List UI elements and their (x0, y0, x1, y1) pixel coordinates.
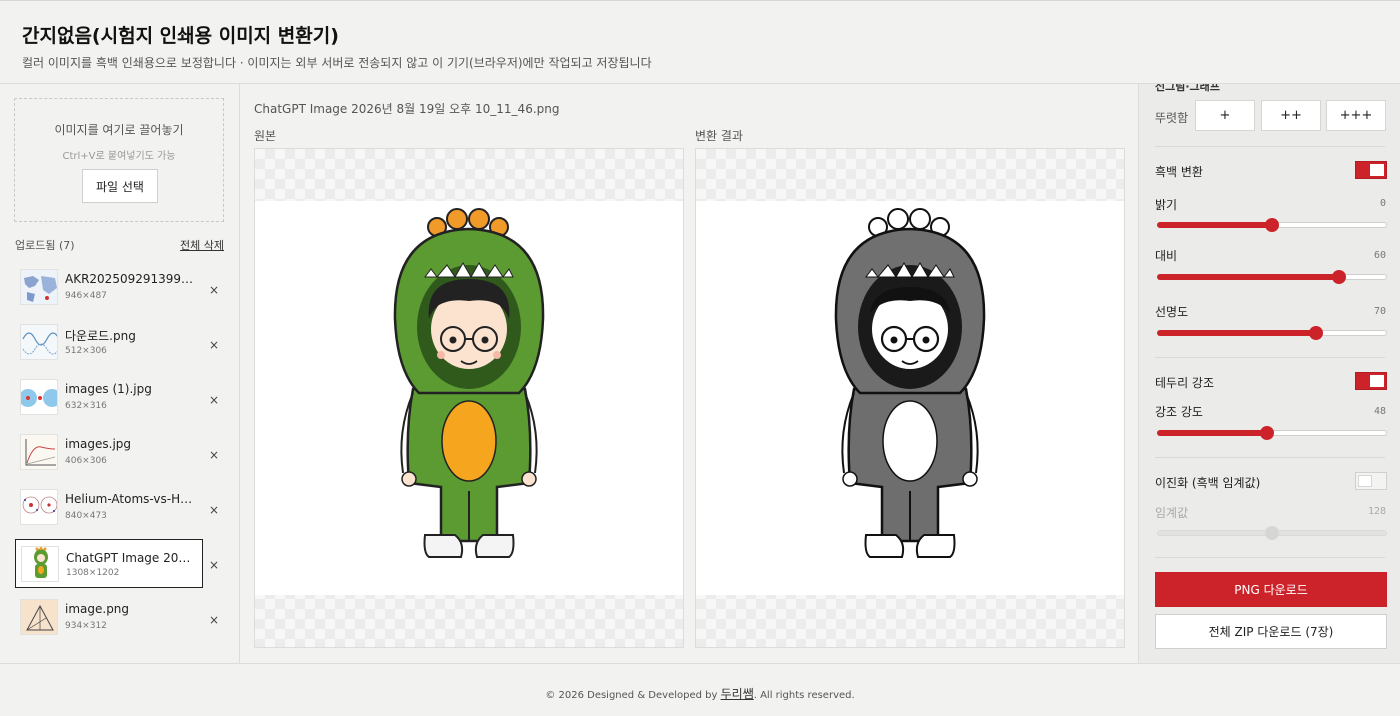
file-thumbnail (20, 599, 58, 635)
remove-file-icon[interactable]: × (207, 613, 221, 627)
author-link[interactable]: 두리쌤 (721, 687, 754, 701)
footer: © 2026 Designed & Developed by 두리쌤. All … (0, 663, 1400, 716)
brightness-slider[interactable] (1157, 218, 1387, 232)
original-label: 원본 (254, 129, 277, 143)
page-subtitle: 컬러 이미지를 흑백 인쇄용으로 보정합니다 · 이미지는 외부 서버로 전송되… (22, 56, 652, 70)
sharpness-label: 뚜렷함 (1155, 111, 1189, 125)
file-item[interactable]: AKR20250929139900089... 946×487 (15, 262, 203, 311)
binarize-label: 이진화 (흑백 임계값) (1155, 476, 1261, 490)
file-name: AKR20250929139900089... (65, 272, 195, 286)
current-filename: ChatGPT Image 2026년 8월 19일 오후 10_11_46.p… (254, 102, 560, 116)
file-item[interactable]: Helium-Atoms-vs-Hydro... 840×473 (15, 482, 203, 531)
download-png-button[interactable]: PNG 다운로드 (1155, 572, 1387, 607)
footer-text: © 2026 Designed & Developed by 두리쌤. All … (0, 685, 1400, 702)
preset-section-heading: 선그림·그래프 (1155, 84, 1220, 93)
divider (1155, 457, 1385, 458)
sharpen-value: 70 (1373, 306, 1386, 317)
file-name: ChatGPT Image 2026년 ... (66, 551, 196, 565)
threshold-label: 임계값 (1155, 506, 1189, 520)
divider (1155, 146, 1385, 147)
contrast-label: 대비 (1155, 249, 1178, 263)
uploads-count: (7) (58, 239, 75, 252)
preview-area: ChatGPT Image 2026년 8월 19일 오후 10_11_46.p… (240, 84, 1138, 663)
original-preview (254, 148, 684, 648)
file-name: Helium-Atoms-vs-Hydro... (65, 492, 195, 506)
upload-sidebar: 이미지를 여기로 끌어놓기 Ctrl+V로 붙여넣기도 가능 파일 선택 업로드… (0, 84, 240, 663)
sharpen-slider[interactable] (1157, 326, 1387, 340)
contrast-value: 60 (1373, 250, 1386, 261)
uploads-label: 업로드됨 (7) (15, 237, 75, 253)
file-name: image.png (65, 602, 130, 616)
remove-file-icon[interactable]: × (207, 558, 221, 572)
sharpness-option-2[interactable]: ++ (1261, 100, 1321, 131)
remove-file-icon[interactable]: × (207, 393, 221, 407)
edge-enhance-label: 테두리 강조 (1155, 376, 1215, 390)
remove-file-icon[interactable]: × (207, 503, 221, 517)
uploads-header: 업로드됨 (7) 전체 삭제 (15, 237, 224, 253)
file-dims: 1308×1202 (66, 568, 120, 578)
threshold-value: 128 (1367, 506, 1386, 517)
file-dims: 934×312 (65, 621, 107, 631)
footer-suffix: . All rights reserved. (753, 690, 855, 701)
clear-all-link[interactable]: 전체 삭제 (180, 237, 224, 253)
dino-character-color (393, 208, 545, 558)
file-thumbnail (20, 379, 58, 415)
edge-strength-value: 48 (1373, 406, 1386, 417)
divider (1155, 357, 1385, 358)
dino-character-grayscale (834, 208, 986, 558)
page-title: 간지없음(시험지 인쇄용 이미지 변환기) (22, 25, 339, 47)
binarize-toggle[interactable] (1355, 472, 1387, 490)
original-image (255, 201, 683, 595)
controls-panel: 선그림·그래프 뚜렷함 + ++ +++ 흑백 변환 밝기 0 대비 60 선명… (1138, 84, 1400, 663)
drop-zone-text: 이미지를 여기로 끌어놓기 (54, 123, 184, 137)
file-name: images (1).jpg (65, 382, 152, 396)
edge-strength-label: 강조 강도 (1155, 405, 1203, 419)
file-dims: 946×487 (65, 291, 107, 301)
grayscale-toggle[interactable] (1355, 161, 1387, 179)
file-dims: 406×306 (65, 456, 107, 466)
sharpness-option-3[interactable]: +++ (1326, 100, 1386, 131)
divider (1155, 557, 1385, 558)
file-select-button[interactable]: 파일 선택 (82, 169, 158, 203)
download-zip-button[interactable]: 전체 ZIP 다운로드 (7장) (1155, 614, 1387, 649)
remove-file-icon[interactable]: × (207, 283, 221, 297)
file-thumbnail (20, 489, 58, 525)
file-dims: 632×316 (65, 401, 107, 411)
brightness-label: 밝기 (1155, 198, 1178, 212)
file-thumbnail (20, 269, 58, 305)
file-dims: 840×473 (65, 511, 107, 521)
footer-prefix: © 2026 Designed & Developed by (545, 690, 718, 701)
file-thumbnail (21, 546, 59, 582)
edge-enhance-toggle[interactable] (1355, 372, 1387, 390)
sharpen-label: 선명도 (1155, 305, 1189, 319)
contrast-slider[interactable] (1157, 270, 1387, 284)
remove-file-icon[interactable]: × (207, 448, 221, 462)
grayscale-label: 흑백 변환 (1155, 165, 1203, 179)
uploads-label-text: 업로드됨 (15, 239, 56, 252)
result-image (696, 201, 1124, 595)
brightness-value: 0 (1379, 198, 1386, 209)
sharpness-option-1[interactable]: + (1195, 100, 1255, 131)
remove-file-icon[interactable]: × (207, 338, 221, 352)
file-item[interactable]: 다운로드.png 512×306 (15, 317, 203, 366)
result-label: 변환 결과 (695, 129, 743, 143)
file-name: images.jpg (65, 437, 132, 451)
file-item-selected[interactable]: ChatGPT Image 2026년 ... 1308×1202 (15, 539, 203, 588)
drop-zone[interactable]: 이미지를 여기로 끌어놓기 Ctrl+V로 붙여넣기도 가능 파일 선택 (14, 98, 224, 222)
threshold-slider[interactable] (1157, 526, 1387, 540)
file-name: 다운로드.png (65, 329, 136, 343)
result-preview (695, 148, 1125, 648)
file-thumbnail (20, 434, 58, 470)
file-dims: 512×306 (65, 346, 107, 356)
file-thumbnail (20, 324, 58, 360)
app-header: 간지없음(시험지 인쇄용 이미지 변환기) 컬러 이미지를 흑백 인쇄용으로 보… (0, 0, 1400, 84)
drop-zone-hint: Ctrl+V로 붙여넣기도 가능 (62, 151, 176, 162)
edge-strength-slider[interactable] (1157, 426, 1387, 440)
file-item[interactable]: images (1).jpg 632×316 (15, 372, 203, 421)
file-item[interactable]: images.jpg 406×306 (15, 427, 203, 476)
file-item[interactable]: image.png 934×312 (15, 592, 203, 641)
